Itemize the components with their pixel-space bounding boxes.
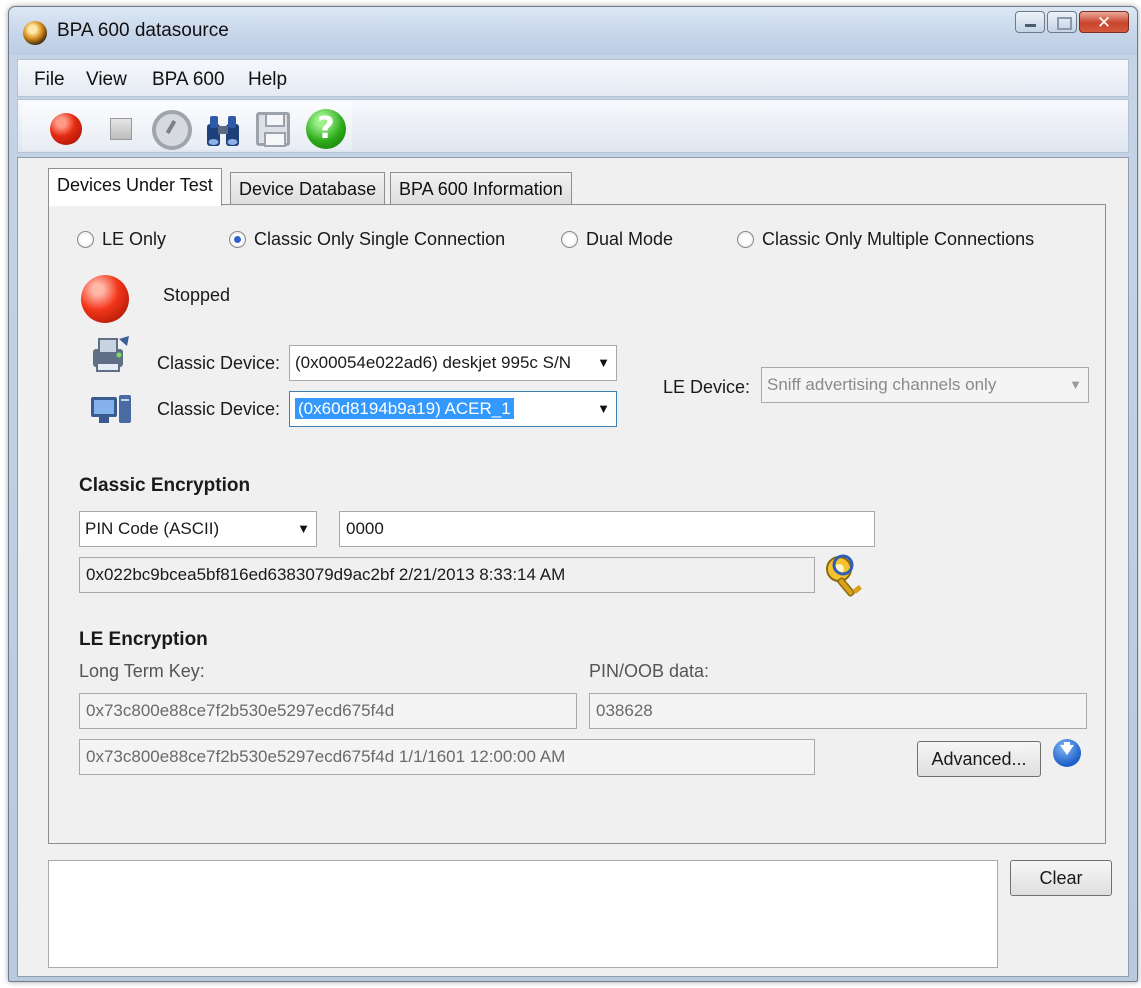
menu-bpa600[interactable]: BPA 600 bbox=[152, 69, 225, 91]
ltk-history-field: 0x73c800e88ce7f2b530e5297ecd675f4d 1/1/1… bbox=[79, 739, 815, 775]
chevron-down-icon: ▼ bbox=[597, 355, 610, 370]
radio-button-selected bbox=[229, 231, 246, 248]
classic-device-2-label: Classic Device: bbox=[157, 399, 281, 419]
pin-code-input[interactable]: 0000 bbox=[339, 511, 875, 547]
chevron-down-icon: ▼ bbox=[297, 521, 310, 536]
menu-view[interactable]: View bbox=[86, 69, 127, 91]
toolbar-button-group: ? bbox=[22, 102, 352, 150]
record-icon[interactable] bbox=[50, 113, 82, 145]
radio-label: Classic Only Multiple Connections bbox=[762, 229, 1035, 249]
maximize-button[interactable] bbox=[1047, 11, 1077, 33]
le-device-dropdown[interactable]: Sniff advertising channels only ▼ bbox=[761, 367, 1089, 403]
radio-label: Dual Mode bbox=[586, 229, 674, 249]
chevron-down-icon: ▼ bbox=[597, 401, 610, 416]
toolbar: ? bbox=[17, 99, 1129, 153]
menu-file[interactable]: File bbox=[34, 69, 65, 91]
classic-device-1-value: (0x00054e022ad6) deskjet 995c S/N bbox=[295, 353, 571, 372]
stop-icon[interactable] bbox=[110, 118, 132, 140]
classic-device-2-value: (0x60d8194b9a19) ACER_1 bbox=[295, 398, 514, 419]
key-search-icon[interactable] bbox=[823, 553, 871, 601]
advanced-button[interactable]: Advanced... bbox=[917, 741, 1041, 777]
window-title: BPA 600 datasource bbox=[57, 20, 229, 41]
arrow-down-icon[interactable] bbox=[1053, 739, 1081, 767]
chevron-down-icon: ▼ bbox=[1069, 377, 1082, 392]
pin-oob-input[interactable]: 038628 bbox=[589, 693, 1087, 729]
close-button[interactable]: ✕ bbox=[1079, 11, 1129, 33]
tab-bpa600-information[interactable]: BPA 600 Information bbox=[390, 172, 572, 206]
radio-classic-multiple-connections[interactable]: Classic Only Multiple Connections bbox=[737, 229, 1034, 250]
close-icon: ✕ bbox=[1096, 13, 1112, 32]
window-controls: ✕ bbox=[1015, 11, 1129, 33]
classic-device-2-dropdown[interactable]: (0x60d8194b9a19) ACER_1 ▼ bbox=[289, 391, 617, 427]
long-term-key-label: Long Term Key: bbox=[79, 661, 205, 681]
menu-bar: File View BPA 600 Help bbox=[17, 59, 1129, 97]
tab-device-database[interactable]: Device Database bbox=[230, 172, 386, 206]
classic-device-1-dropdown[interactable]: (0x00054e022ad6) deskjet 995c S/N ▼ bbox=[289, 345, 617, 381]
save-icon[interactable] bbox=[256, 112, 290, 147]
minimize-button[interactable] bbox=[1015, 11, 1045, 33]
pin-type-value: PIN Code (ASCII) bbox=[85, 519, 220, 538]
binoculars-icon[interactable] bbox=[204, 112, 242, 148]
link-key-field: 0x022bc9bcea5bf816ed6383079d9ac2bf 2/21/… bbox=[79, 557, 815, 593]
menu-help[interactable]: Help bbox=[248, 69, 287, 91]
classic-encryption-heading: Classic Encryption bbox=[79, 475, 251, 496]
radio-button bbox=[77, 231, 94, 248]
pin-type-dropdown[interactable]: PIN Code (ASCII) ▼ bbox=[79, 511, 317, 547]
help-icon[interactable]: ? bbox=[306, 109, 346, 149]
le-device-label: LE Device: bbox=[663, 377, 751, 397]
main-area: Devices Under Test Device Database BPA 6… bbox=[17, 157, 1129, 977]
tab-devices-under-test[interactable]: Devices Under Test bbox=[48, 168, 222, 206]
radio-le-only[interactable]: LE Only bbox=[77, 229, 166, 250]
le-encryption-heading: LE Encryption bbox=[79, 629, 208, 650]
le-device-value: Sniff advertising channels only bbox=[767, 375, 997, 394]
devices-under-test-panel: LE Only Classic Only Single Connection D… bbox=[48, 204, 1106, 844]
radio-dual-mode[interactable]: Dual Mode bbox=[561, 229, 673, 250]
app-window: BPA 600 datasource ✕ File View BPA 600 H… bbox=[8, 6, 1138, 982]
long-term-key-input[interactable]: 0x73c800e88ce7f2b530e5297ecd675f4d bbox=[79, 693, 577, 729]
radio-button bbox=[737, 231, 754, 248]
app-icon bbox=[23, 21, 47, 45]
log-output[interactable] bbox=[48, 860, 998, 968]
radio-classic-single-connection[interactable]: Classic Only Single Connection bbox=[229, 229, 505, 250]
classic-device-1-label: Classic Device: bbox=[157, 353, 281, 373]
radio-label: Classic Only Single Connection bbox=[254, 229, 506, 249]
printer-icon bbox=[89, 335, 133, 373]
clear-button[interactable]: Clear bbox=[1010, 860, 1112, 896]
computer-icon bbox=[89, 393, 133, 427]
pin-oob-label: PIN/OOB data: bbox=[589, 661, 710, 681]
status-text: Stopped bbox=[163, 285, 231, 305]
title-bar[interactable]: BPA 600 datasource ✕ bbox=[9, 7, 1137, 55]
status-indicator-icon bbox=[81, 275, 129, 323]
radio-button bbox=[561, 231, 578, 248]
clock-icon[interactable] bbox=[152, 110, 192, 150]
radio-label: LE Only bbox=[102, 229, 167, 249]
